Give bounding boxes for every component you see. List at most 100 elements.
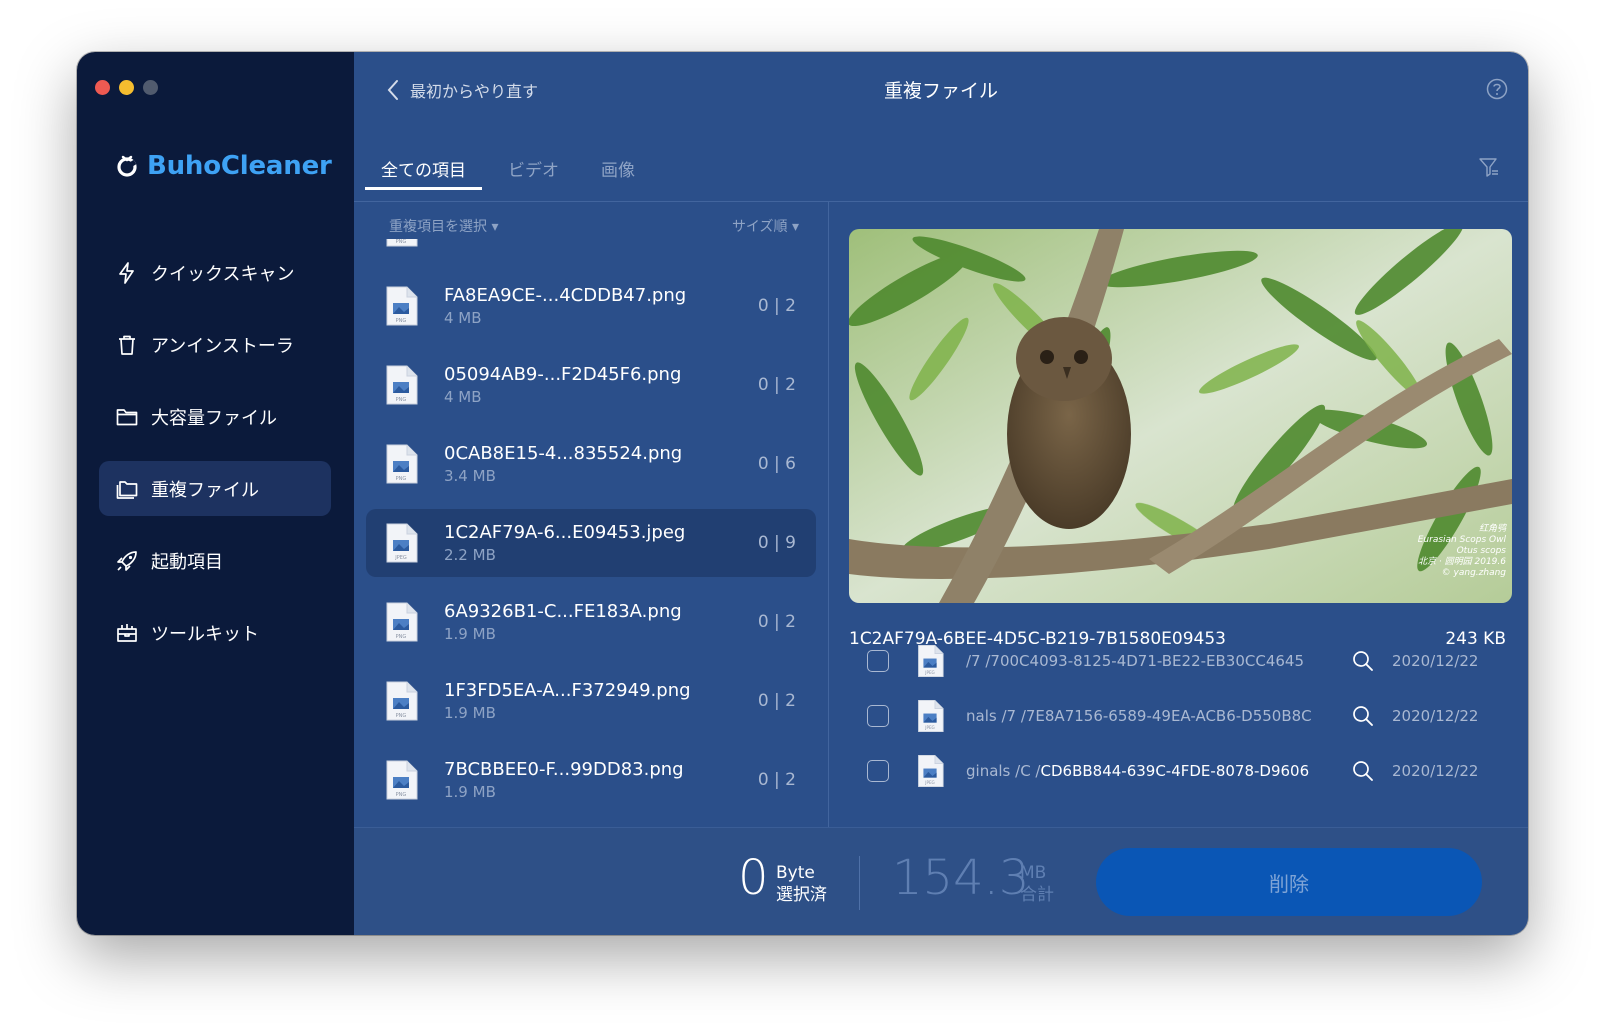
svg-text:JPEG: JPEG (394, 555, 407, 561)
duplicate-checkbox[interactable] (867, 650, 889, 672)
list-item[interactable]: JPEG 1C2AF79A-6...E09453.jpeg 2.2 MB 0 | 9 (366, 509, 816, 577)
watermark-line: Otus scops (1456, 546, 1506, 556)
file-icon: PNG (386, 239, 418, 247)
path-prefix: ginals /C / (966, 762, 1041, 780)
close-window-button[interactable] (95, 80, 110, 95)
reveal-in-finder-icon[interactable] (1352, 760, 1374, 782)
file-icon: JPEG (918, 754, 944, 788)
duplicate-file-row: JPEG nals /7 /7E8A7156-6589-49EA-ACB6-D55… (867, 698, 1497, 734)
main-panel: 最初からやり直す 重複ファイル 全ての項目 ビデオ 画像 重複項目を選択 ▾ サ… (354, 52, 1528, 935)
duplicate-file-row: JPEG ginals /C /CD6BB844-639C-4FDE-8078-D… (867, 753, 1497, 789)
sidebar-item-large-files[interactable]: 大容量ファイル (99, 389, 331, 444)
zoom-window-button[interactable] (143, 80, 158, 95)
sidebar: BuhoCleaner クイックスキャン アンインストーラ 大容量ファイル 重複… (77, 52, 354, 935)
duplicate-date: 2020/12/22 (1392, 652, 1479, 670)
window-controls (95, 80, 158, 95)
footer-bar: 0 Byte 選択済 154.3 MB 合計 削除 (354, 827, 1528, 935)
tab-all-items[interactable]: 全ての項目 (365, 152, 482, 190)
list-item[interactable]: PNG 05094AB9-...F2D45F6.png 4 MB 0 | 2 (366, 351, 816, 419)
svg-text:PNG: PNG (396, 634, 407, 640)
duplicate-count: 0 | 6 (757, 454, 796, 474)
folder-icon (116, 408, 138, 425)
divider (859, 856, 860, 910)
list-item[interactable]: PNG 7BCBBEE0-F...99DD83.png 1.9 MB 0 | 2 (366, 746, 816, 807)
sidebar-item-toolkit[interactable]: ツールキット (99, 605, 331, 660)
selected-label: 選択済 (776, 885, 827, 905)
tab-video[interactable]: ビデオ (492, 152, 575, 190)
duplicate-date: 2020/12/22 (1392, 762, 1479, 780)
svg-text:PNG: PNG (396, 239, 407, 245)
duplicate-path: ginals /C /CD6BB844-639C-4FDE-8078-D9606 (966, 762, 1336, 780)
file-icon: JPEG (386, 523, 418, 563)
sidebar-item-label: アンインストーラ (151, 335, 294, 357)
watermark-line: 红角鸮 (1478, 524, 1506, 534)
page-title: 重複ファイル (883, 80, 998, 102)
svg-text:PNG: PNG (396, 792, 407, 798)
lightning-icon (119, 261, 134, 284)
file-icon: PNG (386, 681, 418, 721)
duplicate-count: 0 | 2 (757, 691, 796, 711)
sidebar-item-label: 大容量ファイル (151, 407, 277, 429)
duplicate-date: 2020/12/22 (1392, 707, 1479, 725)
duplicate-path: nals /7 /7E8A7156-6589-49EA-ACB6-D550B8C (966, 707, 1336, 725)
selected-unit: Byte (776, 863, 815, 883)
duplicate-count: 0 | 9 (757, 533, 796, 553)
list-header: 重複項目を選択 ▾ サイズ順 ▾ (389, 216, 799, 236)
duplicate-file-list[interactable]: PNG4.3 MB0 | 2 PNGFA8EA9CE-...4CDDB47.png… (366, 239, 816, 807)
minimize-window-button[interactable] (119, 80, 134, 95)
list-item[interactable]: PNG FA8EA9CE-...4CDDB47.png 4 MB 0 | 2 (366, 272, 816, 340)
sidebar-nav: クイックスキャン アンインストーラ 大容量ファイル 重複ファイル 起動項目 ツー… (99, 245, 331, 677)
total-size-value: 154.3 (892, 850, 1030, 906)
file-icon: JPEG (918, 644, 944, 678)
file-icon: PNG (386, 444, 418, 484)
duplicate-checkbox[interactable] (867, 705, 889, 727)
duplicate-count: 0 | 2 (757, 770, 796, 790)
svg-text:PNG: PNG (396, 318, 407, 324)
duplicate-count: 0 | 2 (757, 612, 796, 632)
list-item[interactable]: PNG 6A9326B1-C...FE183A.png 1.9 MB 0 | 2 (366, 588, 816, 656)
duplicate-folder-icon (116, 480, 138, 499)
tab-bar: 全ての項目 ビデオ 画像 (365, 152, 661, 190)
tab-images[interactable]: 画像 (585, 152, 651, 190)
sidebar-item-uninstaller[interactable]: アンインストーラ (99, 317, 331, 372)
selected-size-unit: Byte 選択済 (776, 862, 827, 906)
sidebar-item-duplicate-files[interactable]: 重複ファイル (99, 461, 331, 516)
file-icon: PNG (386, 602, 418, 642)
reveal-in-finder-icon[interactable] (1352, 705, 1374, 727)
select-duplicates-dropdown[interactable]: 重複項目を選択 ▾ (389, 216, 498, 236)
list-item[interactable]: PNG 0CAB8E15-4...835524.png 3.4 MB 0 | 6 (366, 430, 816, 498)
svg-text:PNG: PNG (396, 476, 407, 482)
trash-icon (119, 335, 135, 355)
toolbox-icon (117, 623, 137, 642)
sidebar-item-label: 重複ファイル (151, 479, 259, 501)
watermark-line: © yang.zhang (1441, 568, 1506, 578)
svg-text:JPEG: JPEG (924, 670, 934, 675)
sort-by-size-dropdown[interactable]: サイズ順 ▾ (732, 216, 799, 236)
rocket-icon (117, 550, 137, 571)
total-unit: MB (1020, 863, 1047, 883)
sidebar-item-quick-scan[interactable]: クイックスキャン (99, 245, 331, 300)
list-item[interactable]: PNG4.3 MB0 | 2 (366, 239, 816, 261)
help-icon[interactable] (1486, 78, 1508, 100)
path-prefix: nals /7 /7E8A7156-6589-49EA-ACB6-D550B8C (966, 707, 1312, 725)
duplicate-checkbox[interactable] (867, 760, 889, 782)
sidebar-item-label: 起動項目 (151, 551, 223, 573)
svg-text:JPEG: JPEG (924, 780, 934, 785)
sidebar-item-startup-items[interactable]: 起動項目 (99, 533, 331, 588)
reveal-in-finder-icon[interactable] (1352, 650, 1374, 672)
total-size-unit: MB 合計 (1020, 862, 1054, 906)
filter-icon[interactable] (1478, 156, 1500, 178)
duplicate-file-row: JPEG/7 /700C4093-8125-4D71-BE22-EB30CC46… (867, 643, 1497, 679)
duplicate-count: 0 | 2 (757, 296, 796, 316)
file-icon: PNG (386, 365, 418, 405)
delete-button[interactable]: 削除 (1096, 848, 1482, 916)
selected-size-value: 0 (738, 850, 769, 906)
path-highlight: CD6BB844-639C-4FDE-8078-D9606 (1040, 762, 1310, 780)
duplicate-count: 0 | 2 (757, 375, 796, 395)
watermark-line: 北京 · 圆明园 2019.6 (1418, 557, 1506, 567)
file-icon: PNG (386, 286, 418, 326)
file-icon: JPEG (918, 699, 944, 733)
app-window: BuhoCleaner クイックスキャン アンインストーラ 大容量ファイル 重複… (77, 52, 1528, 935)
list-item[interactable]: PNG 1F3FD5EA-A...F372949.png 1.9 MB 0 | 2 (366, 667, 816, 735)
sidebar-item-label: クイックスキャン (151, 263, 295, 285)
